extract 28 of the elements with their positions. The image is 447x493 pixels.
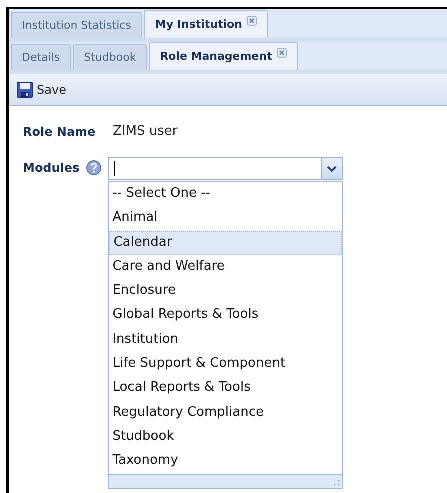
save-button[interactable]: Save <box>15 80 68 100</box>
resize-handle-icon[interactable] <box>334 480 340 486</box>
dropdown-option[interactable]: Calendar <box>108 230 342 255</box>
close-icon[interactable] <box>277 48 288 58</box>
resize-bar[interactable] <box>108 474 342 488</box>
dropdown-option[interactable]: Care and Welfare <box>108 254 342 280</box>
field-value: ZIMS user <box>113 124 178 139</box>
field-label: Role Name <box>23 124 97 138</box>
dropdown-option[interactable]: Institution <box>108 328 342 352</box>
dropdown-option[interactable]: Animal <box>108 206 342 231</box>
dropdown-button[interactable] <box>320 158 342 179</box>
dropdown-option[interactable]: Global Reports & Tools <box>108 303 342 328</box>
dropdown-option[interactable]: Local Reports & Tools <box>108 376 342 401</box>
dropdown-option[interactable]: -- Select One -- <box>108 182 342 206</box>
field-label: Modules <box>23 161 80 175</box>
dropdown-option[interactable]: Studbook <box>108 424 342 450</box>
help-icon[interactable] <box>86 160 102 176</box>
tab[interactable]: Studbook <box>73 44 148 70</box>
close-icon[interactable] <box>247 16 258 26</box>
tab[interactable]: My Institution <box>144 10 268 38</box>
tab[interactable]: Institution Statistics <box>11 12 142 38</box>
tab[interactable]: Role Management <box>149 42 298 70</box>
dropdown-option[interactable]: Enclosure <box>108 279 342 304</box>
dropdown-option[interactable]: Regulatory Compliance <box>108 400 342 425</box>
dropdown-option[interactable]: Life Support & Component <box>108 352 342 376</box>
tab[interactable]: Details <box>11 44 72 70</box>
dropdown-option[interactable]: Taxonomy <box>108 449 342 474</box>
chevron-down-icon <box>326 166 337 172</box>
